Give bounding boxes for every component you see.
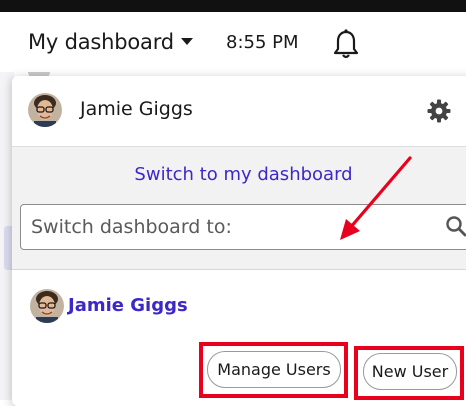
clock-time: 8:55 PM: [226, 32, 299, 53]
account-dropdown-panel: Jamie Giggs Switch to my dashboard Switc…: [12, 76, 466, 406]
avatar: [30, 289, 64, 323]
bell-icon[interactable]: [331, 28, 361, 60]
current-user-row: Jamie Giggs: [12, 76, 466, 147]
top-edge-bar: [0, 0, 466, 12]
user-name: Jamie Giggs: [80, 98, 193, 120]
chevron-down-icon[interactable]: [181, 38, 193, 45]
new-user-button[interactable]: New User: [363, 353, 457, 390]
switch-to-my-dashboard-link[interactable]: Switch to my dashboard: [12, 164, 466, 185]
app-header: My dashboard 8:55 PM: [0, 12, 466, 72]
dashboard-title[interactable]: My dashboard: [28, 30, 174, 54]
search-icon[interactable]: [445, 215, 466, 237]
avatar: [28, 93, 62, 127]
manage-users-button[interactable]: Manage Users: [207, 351, 341, 388]
switch-dashboard-search[interactable]: [20, 204, 466, 250]
search-input[interactable]: [31, 205, 431, 249]
gear-icon[interactable]: [426, 98, 452, 124]
dashboard-user-link[interactable]: Jamie Giggs: [68, 295, 188, 316]
